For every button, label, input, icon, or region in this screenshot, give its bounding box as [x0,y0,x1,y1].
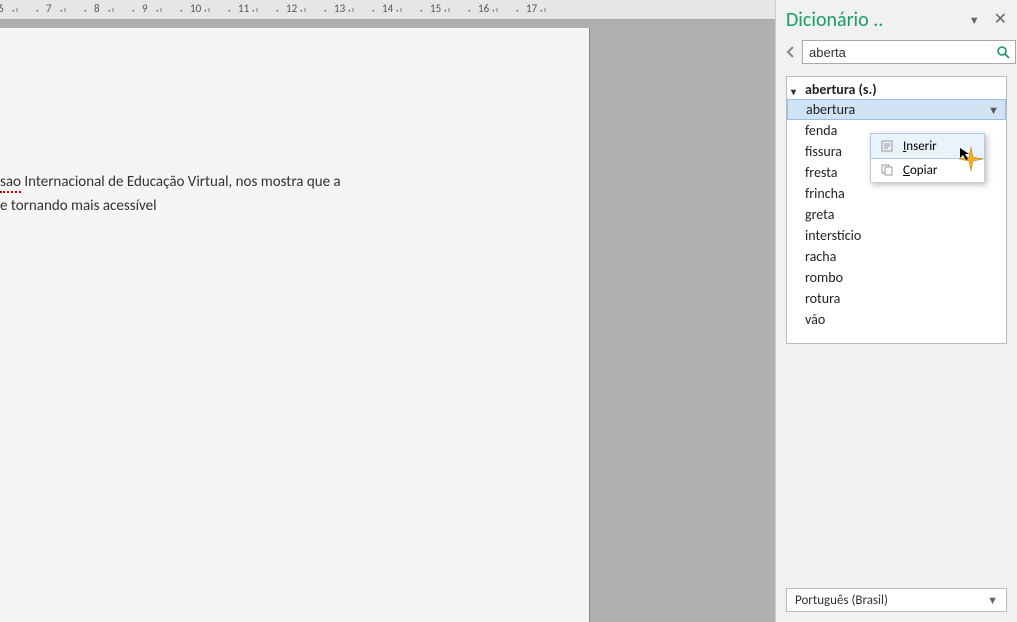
chevron-down-icon: ▼ [987,594,998,607]
results-list: ▾ abertura (s.) abertura▼fendafissurafre… [786,76,1007,344]
result-item[interactable]: racha [787,246,1006,267]
result-item[interactable]: frincha [787,183,1006,204]
result-category-header[interactable]: ▾ abertura (s.) [787,77,1006,100]
text-line[interactable]: e tornando mais acessível [0,194,341,218]
chevron-down-icon[interactable]: ▼ [988,104,999,117]
result-item[interactable]: vão [787,309,1006,330]
insert-icon [879,138,895,154]
result-item[interactable]: abertura▼ [787,99,1006,120]
document-area: sao Internacional de Educação Virtual, n… [0,20,775,622]
context-menu: Inserir Copiar [870,133,985,183]
copy-menu-item[interactable]: Copiar [871,158,984,182]
result-item[interactable]: rombo [787,267,1006,288]
search-input[interactable] [803,45,991,60]
insert-menu-item[interactable]: Inserir [870,133,985,159]
result-item[interactable]: interstício [787,225,1006,246]
search-box [802,40,1016,64]
copy-label: Copiar [903,163,937,178]
back-button[interactable] [786,45,796,59]
language-select[interactable]: Português (Brasil) ▼ [786,588,1007,612]
page[interactable]: sao Internacional de Educação Virtual, n… [0,28,590,622]
panel-title: Dicionário .. [786,8,883,32]
text-line[interactable]: Internacional de Educação Virtual, nos m… [21,173,341,191]
insert-label: Inserir [903,139,937,154]
result-item[interactable]: greta [787,204,1006,225]
spellcheck-word[interactable]: sao [0,173,21,193]
thesaurus-panel: Dicionário .. ▼ ✕ ▾ abertura (s.) abertu… [775,0,1017,622]
copy-icon [879,162,895,178]
document-text[interactable]: sao Internacional de Educação Virtual, n… [0,170,341,218]
close-panel-button[interactable]: ✕ [994,12,1007,28]
panel-options-dropdown[interactable]: ▼ [969,14,980,27]
collapse-icon[interactable]: ▾ [791,85,796,98]
language-label: Português (Brasil) [795,593,888,608]
result-item[interactable]: rotura [787,288,1006,309]
horizontal-ruler[interactable]: ·6·ı·7·ı·8·ı·9·ı·10·ı·11·ı·12·ı·13·ı·14·… [0,0,775,20]
search-button[interactable] [991,41,1015,63]
